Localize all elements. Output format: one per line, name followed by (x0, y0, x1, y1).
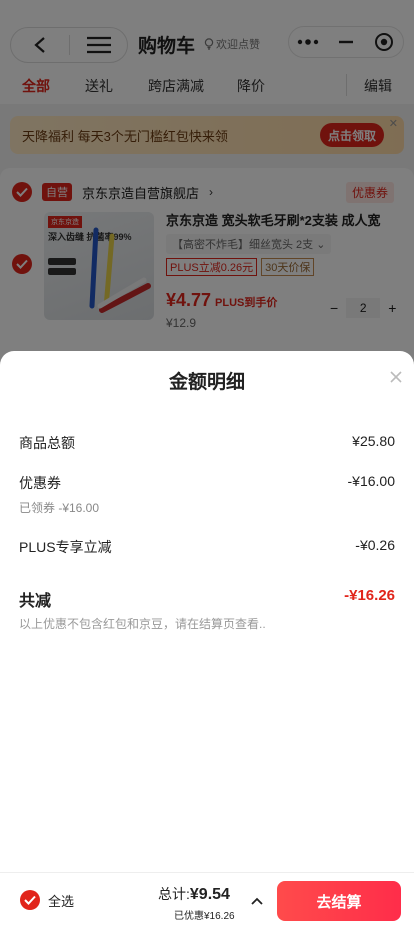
total-discount-value: -¥16.26 (344, 587, 395, 604)
checkout-button[interactable]: 去结算 (277, 881, 401, 921)
select-all-label: 全选 (48, 893, 75, 909)
coupon-label: 优惠券 (19, 475, 61, 491)
plus-discount-value: -¥0.26 (355, 537, 395, 553)
detail-toggle[interactable] (251, 892, 263, 910)
sheet-title: 金额明细 (168, 372, 245, 393)
select-all[interactable]: 全选 (20, 890, 74, 910)
total-sum[interactable]: 总计: ¥9.54 (158, 884, 230, 904)
total-discount-label: 共减 (19, 593, 52, 610)
close-icon (390, 371, 402, 383)
coupon-claimed: 已领券 -¥16.00 (19, 501, 100, 515)
saved-amount: 已优惠¥16.26 (174, 911, 235, 922)
discount-note: 以上优惠不包含红包和京豆，请在结算页查看.. (19, 617, 266, 631)
plus-discount-label: PLUS专享立减 (19, 539, 112, 555)
goods-total-label: 商品总额 (19, 435, 75, 451)
total-sum-value: ¥9.54 (189, 886, 230, 903)
chevron-up-icon (251, 897, 263, 905)
close-button[interactable] (386, 367, 406, 387)
total-sum-label: 总计: (158, 886, 190, 902)
select-all-checkbox[interactable] (20, 890, 40, 910)
check-icon (24, 895, 36, 905)
coupon-value: -¥16.00 (347, 473, 395, 489)
amount-detail-sheet: 金额明细 商品总额 ¥25.80 优惠券 -¥16.00 已领券 -¥16.00… (0, 351, 414, 872)
settlement-bar: 全选 总计: ¥9.54 已优惠¥16.26 去结算 (0, 872, 414, 926)
goods-total-value: ¥25.80 (352, 433, 395, 449)
